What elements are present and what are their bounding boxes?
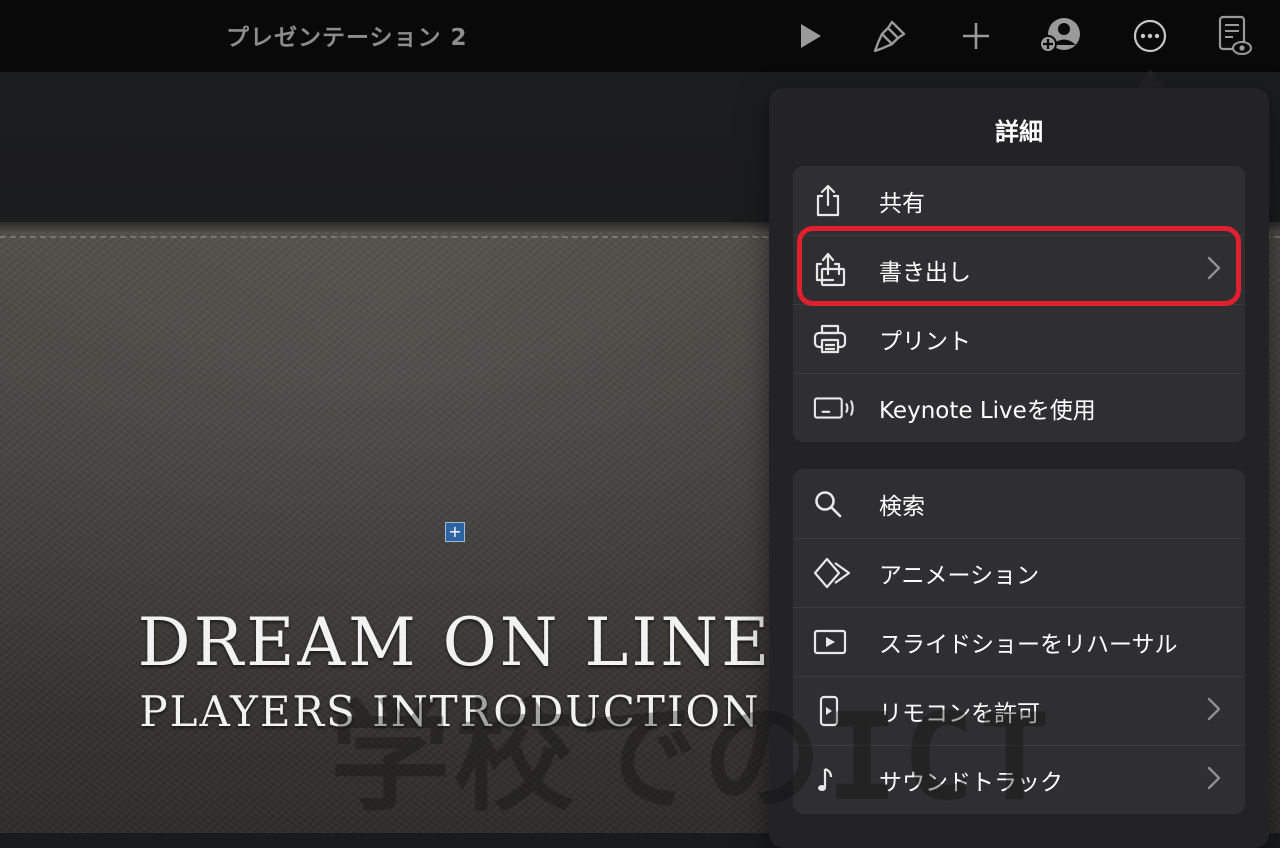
more-button[interactable]	[1124, 10, 1176, 62]
slide-subtitle-text[interactable]: PLAYERS INTRODUCTION	[0, 687, 900, 736]
popover-arrow	[1136, 70, 1164, 88]
paintbrush-icon	[873, 20, 906, 53]
menu-item-label: 共有	[879, 190, 925, 217]
menu-item-label: 検索	[879, 493, 925, 520]
menu-item-label: アニメーション	[879, 562, 1040, 589]
menu-item-label: Keynote Liveを使用	[879, 397, 1096, 424]
presenter-notes-icon	[1218, 15, 1252, 55]
more-icon	[1133, 19, 1167, 53]
menu-item-search[interactable]: 検索	[793, 469, 1245, 538]
menu-item-keynote-live[interactable]: Keynote Liveを使用	[793, 373, 1245, 442]
animation-icon	[813, 555, 857, 591]
menu-item-remote[interactable]: リモコンを許可	[793, 676, 1245, 745]
share-icon	[813, 183, 857, 219]
play-icon	[801, 24, 821, 48]
popover-group-file: 共有 書き出し プリント Keynote Liveを使用	[793, 166, 1245, 442]
play-button[interactable]	[784, 10, 836, 62]
insert-button[interactable]	[950, 10, 1002, 62]
popover-group-tools: 検索 アニメーション スライドショーをリハーサル リモコンを許可 サウンドトラッ…	[793, 469, 1245, 814]
menu-item-label: 書き出し	[879, 259, 971, 286]
menu-item-label: スライドショーをリハーサル	[879, 631, 1178, 658]
collaborate-button[interactable]	[1034, 10, 1086, 62]
printer-icon	[813, 321, 857, 357]
remote-icon	[813, 693, 857, 729]
music-note-icon	[813, 762, 857, 798]
chevron-right-icon	[1207, 256, 1221, 284]
menu-item-export[interactable]: 書き出し	[793, 235, 1245, 304]
menu-item-animation[interactable]: アニメーション	[793, 538, 1245, 607]
export-icon	[813, 252, 857, 288]
menu-item-rehearse[interactable]: スライドショーをリハーサル	[793, 607, 1245, 676]
menu-item-soundtrack[interactable]: サウンドトラック	[793, 745, 1245, 814]
menu-item-label: サウンドトラック	[879, 769, 1063, 796]
more-popover: 詳細 共有 書き出し プリント Keynote Liveを使用 検索 アニメーシ…	[769, 88, 1269, 848]
menu-item-label: リモコンを許可	[879, 700, 1040, 727]
presenter-notes-button[interactable]	[1208, 10, 1260, 62]
text-overflow-handle[interactable]: +	[445, 522, 465, 542]
popover-title: 詳細	[995, 118, 1043, 146]
chevron-right-icon	[1207, 766, 1221, 794]
collaborate-icon	[1039, 18, 1080, 53]
plus-icon	[963, 23, 989, 49]
document-title[interactable]: プレゼンテーション 2	[226, 18, 468, 52]
menu-item-label: プリント	[879, 328, 971, 355]
top-toolbar: プレゼンテーション 2	[0, 0, 1280, 72]
format-button[interactable]	[864, 10, 916, 62]
rehearse-icon	[813, 624, 857, 660]
search-icon	[813, 486, 857, 522]
menu-item-print[interactable]: プリント	[793, 304, 1245, 373]
menu-item-share[interactable]: 共有	[793, 166, 1245, 235]
chevron-right-icon	[1207, 697, 1221, 725]
keynote-live-icon	[813, 390, 857, 426]
